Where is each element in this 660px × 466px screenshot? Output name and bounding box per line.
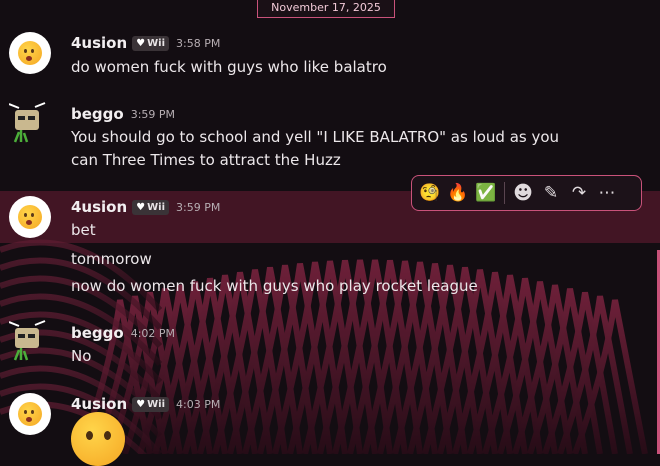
date-divider: November 17, 2025: [257, 0, 395, 18]
edit-pencil-icon[interactable]: ✎: [537, 179, 565, 207]
message-text: tommorow: [71, 250, 152, 268]
message-text: now do women fuck with guys who play roc…: [71, 277, 478, 295]
username[interactable]: beggo: [71, 105, 124, 123]
username[interactable]: 4usion: [71, 395, 127, 413]
message-group[interactable]: beggo 4:02 PM No: [0, 320, 660, 370]
avatar[interactable]: [9, 393, 51, 435]
username[interactable]: 4usion: [71, 198, 127, 216]
face-emoji-icon: [18, 205, 42, 229]
timestamp: 4:03 PM: [176, 397, 221, 411]
reply-arrow-icon[interactable]: ↷: [565, 179, 593, 207]
timestamp: 3:58 PM: [176, 36, 221, 50]
more-options-icon[interactable]: ⋯: [593, 179, 621, 207]
message-group[interactable]: tommorow now do women fuck with guys who…: [0, 248, 660, 298]
message-actions-toolbar: 🧐 🔥 ✅ ☻ ✎ ↷ ⋯: [411, 175, 642, 211]
user-tag: ♥ Wii: [132, 199, 170, 215]
add-reaction-icon[interactable]: ☻: [509, 179, 537, 207]
timestamp: 4:02 PM: [130, 326, 176, 340]
username[interactable]: 4usion: [71, 34, 127, 52]
message-text: You should go to school and yell "I LIKE…: [71, 128, 560, 146]
message-text: bet: [71, 221, 96, 239]
avatar[interactable]: [8, 320, 51, 362]
timestamp: 3:59 PM: [130, 107, 176, 121]
timestamp: 3:59 PM: [176, 200, 221, 214]
message-text: do women fuck with guys who like balatro: [71, 58, 387, 76]
cat-sticker-icon: [8, 102, 46, 143]
message-text: No: [71, 347, 92, 365]
avatar[interactable]: [8, 102, 51, 144]
face-emoji-icon: [18, 402, 42, 426]
heart-icon: ♥: [136, 398, 146, 410]
message-group[interactable]: 4usion ♥ Wii 3:58 PM do women fuck with g…: [0, 32, 660, 82]
message-group[interactable]: beggo 3:59 PM You should go to school an…: [0, 102, 660, 172]
cat-sticker-icon: [8, 320, 46, 361]
message-text: can Three Times to attract the Huzz: [71, 151, 341, 169]
heart-icon: ♥: [136, 37, 146, 49]
avatar[interactable]: [9, 196, 51, 238]
toolbar-divider: [504, 182, 505, 204]
user-tag: ♥ Wii: [132, 35, 170, 51]
monocle-face-icon[interactable]: 🧐: [416, 179, 444, 207]
frowning-face-emoji: [71, 412, 125, 466]
avatar[interactable]: [9, 32, 51, 74]
username[interactable]: beggo: [71, 324, 124, 342]
check-mark-icon[interactable]: ✅: [472, 179, 500, 207]
user-tag: ♥ Wii: [132, 396, 170, 412]
face-emoji-icon: [18, 41, 42, 65]
fire-icon[interactable]: 🔥: [444, 179, 472, 207]
heart-icon: ♥: [136, 201, 146, 213]
